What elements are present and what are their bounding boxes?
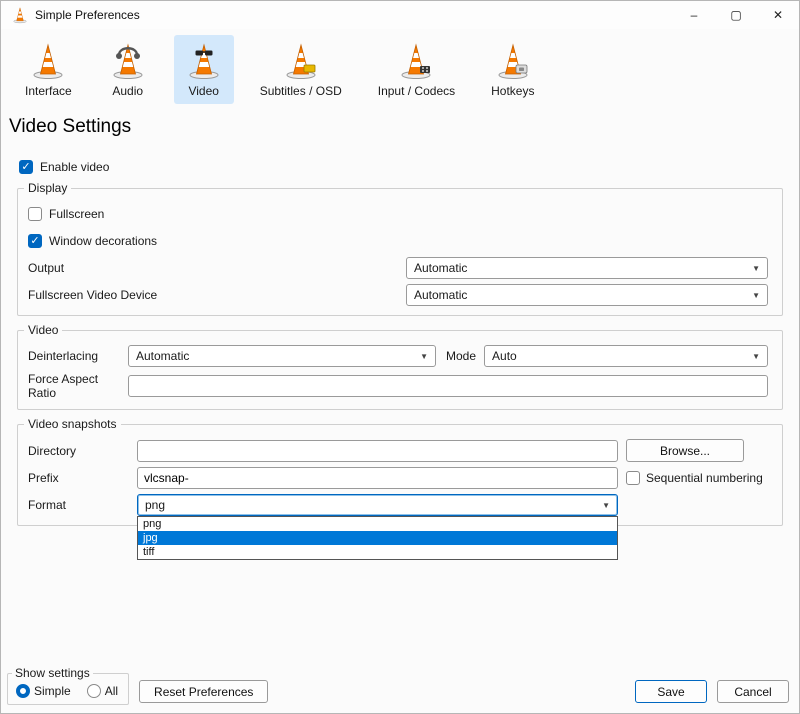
titlebar: Simple Preferences – ▢ ✕: [1, 1, 799, 29]
maximize-button[interactable]: ▢: [715, 1, 757, 29]
mode-dropdown[interactable]: Auto ▼: [484, 345, 768, 367]
chevron-down-icon: ▼: [752, 291, 760, 300]
output-value: Automatic: [414, 261, 467, 275]
close-button[interactable]: ✕: [757, 1, 799, 29]
checkbox-icon: ✓: [19, 160, 33, 174]
chevron-down-icon: ▼: [752, 352, 760, 361]
fullscreen-label: Fullscreen: [49, 207, 104, 221]
deinterlacing-value: Automatic: [136, 349, 189, 363]
chevron-down-icon: ▼: [602, 501, 610, 510]
page-title: Video Settings: [9, 116, 799, 138]
sequential-numbering-label: Sequential numbering: [646, 471, 763, 485]
show-settings-title: Show settings: [12, 666, 93, 680]
force-aspect-ratio-label: Force Aspect Ratio: [28, 372, 128, 400]
browse-button[interactable]: Browse...: [626, 439, 744, 462]
output-label: Output: [28, 261, 406, 275]
sequential-numbering-checkbox[interactable]: Sequential numbering: [626, 471, 768, 485]
minimize-button[interactable]: –: [673, 1, 715, 29]
directory-input[interactable]: [137, 440, 618, 462]
toolbar-item-label: Video: [188, 84, 218, 98]
video-snapshots-group-title: Video snapshots: [24, 417, 121, 431]
hotkeys-cone-icon: [493, 41, 533, 81]
toolbar-item-label: Audio: [112, 84, 143, 98]
minimize-icon: –: [691, 8, 698, 22]
simple-radio[interactable]: [16, 684, 30, 698]
directory-label: Directory: [28, 444, 137, 458]
output-dropdown[interactable]: Automatic ▼: [406, 257, 768, 279]
close-icon: ✕: [773, 8, 783, 22]
simple-radio-label: Simple: [34, 684, 71, 698]
vlc-app-icon: [11, 6, 29, 24]
show-settings-groupbox: Show settings Simple All: [7, 673, 129, 705]
force-aspect-ratio-input[interactable]: [128, 375, 768, 397]
toolbar-item-label: Interface: [25, 84, 72, 98]
droplist-option-tiff[interactable]: tiff: [138, 545, 617, 559]
enable-video-label: Enable video: [40, 160, 109, 174]
footer: Show settings Simple All Reset Preferenc…: [7, 673, 789, 705]
format-label: Format: [28, 498, 137, 512]
fullscreen-video-device-dropdown[interactable]: Automatic ▼: [406, 284, 768, 306]
droplist-option-png[interactable]: png: [138, 517, 617, 531]
format-dropdown-list: png jpg tiff: [137, 516, 618, 560]
toolbar-item-label: Subtitles / OSD: [260, 84, 342, 98]
deinterlacing-dropdown[interactable]: Automatic ▼: [128, 345, 436, 367]
toolbar-item-input-codecs[interactable]: Input / Codecs: [368, 35, 465, 104]
droplist-option-jpg[interactable]: jpg: [138, 531, 617, 545]
all-radio[interactable]: [87, 684, 101, 698]
window-decorations-checkbox[interactable]: ✓ Window decorations: [28, 230, 768, 252]
prefix-input[interactable]: [137, 467, 618, 489]
cancel-button[interactable]: Cancel: [717, 680, 789, 703]
input-codecs-cone-icon: [396, 41, 436, 81]
checkbox-icon: [626, 471, 640, 485]
toolbar-item-video[interactable]: Video: [174, 35, 234, 104]
video-groupbox: Video Deinterlacing Automatic ▼ Mode Aut…: [17, 330, 783, 410]
mode-value: Auto: [492, 349, 517, 363]
toolbar-item-label: Input / Codecs: [378, 84, 455, 98]
toolbar-item-interface[interactable]: Interface: [15, 35, 82, 104]
toolbar-item-audio[interactable]: Audio: [98, 35, 158, 104]
toolbar-item-label: Hotkeys: [491, 84, 534, 98]
video-snapshots-groupbox: Video snapshots Directory Browse... Pref…: [17, 424, 783, 526]
checkbox-icon: [28, 207, 42, 221]
toolbar-item-hotkeys[interactable]: Hotkeys: [481, 35, 544, 104]
prefix-label: Prefix: [28, 471, 137, 485]
enable-video-checkbox[interactable]: ✓ Enable video: [19, 160, 799, 174]
format-dropdown[interactable]: png ▼: [137, 494, 618, 516]
maximize-icon: ▢: [730, 8, 741, 22]
fullscreen-checkbox[interactable]: Fullscreen: [28, 203, 768, 225]
all-radio-label: All: [105, 684, 118, 698]
fullscreen-video-device-label: Fullscreen Video Device: [28, 288, 406, 302]
display-groupbox: Display Fullscreen ✓ Window decorations …: [17, 188, 783, 316]
video-group-title: Video: [24, 323, 62, 337]
reset-preferences-button[interactable]: Reset Preferences: [139, 680, 268, 703]
mode-label: Mode: [446, 349, 476, 363]
interface-cone-icon: [28, 41, 68, 81]
window-decorations-label: Window decorations: [49, 234, 157, 248]
chevron-down-icon: ▼: [420, 352, 428, 361]
preferences-toolbar: Interface Audio Video Subtitles / OSD: [15, 35, 799, 104]
subtitles-cone-icon: [281, 41, 321, 81]
fullscreen-video-device-value: Automatic: [414, 288, 467, 302]
toolbar-item-subtitles-osd[interactable]: Subtitles / OSD: [250, 35, 352, 104]
chevron-down-icon: ▼: [752, 264, 760, 273]
display-group-title: Display: [24, 181, 71, 195]
format-value: png: [145, 498, 165, 512]
deinterlacing-label: Deinterlacing: [28, 349, 128, 363]
video-cone-icon: [184, 41, 224, 81]
window-title: Simple Preferences: [35, 8, 673, 22]
audio-cone-icon: [108, 41, 148, 81]
checkbox-icon: ✓: [28, 234, 42, 248]
save-button[interactable]: Save: [635, 680, 707, 703]
